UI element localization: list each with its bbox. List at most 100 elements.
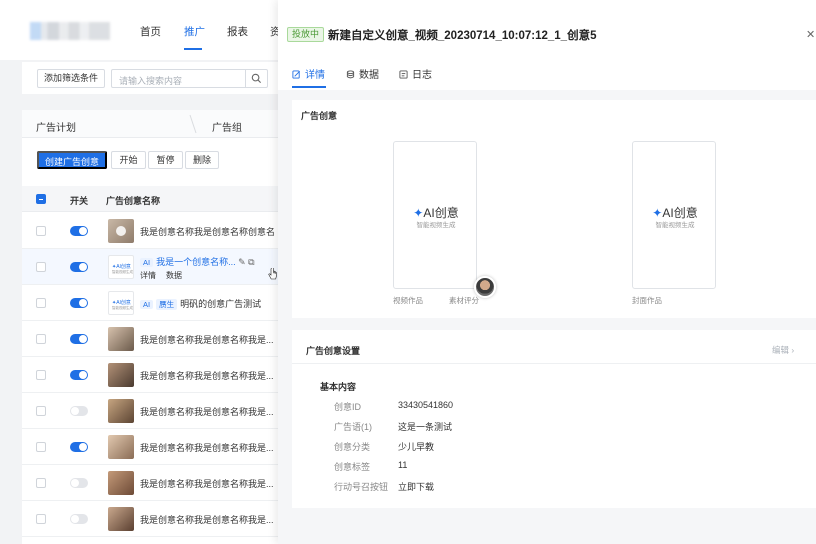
drawer-header: 投放中 新建自定义创意_视频_20230714_10:07:12_1_创意5 ✕… (278, 0, 816, 90)
status-toggle[interactable] (70, 514, 88, 524)
cover-caption: 封面作品 (632, 296, 662, 305)
start-button[interactable]: 开始 (111, 151, 146, 169)
creative-thumbnail-ai: ✦AI创意 智能视频生成 (108, 291, 134, 315)
table-row[interactable]: ✦AI创意 智能视频生成 AI 我是一个创意名称... ✎ ⧉ 详情 数据 (22, 249, 278, 285)
creative-name-text: 我是创意名称我是创意名称我是... (140, 479, 274, 489)
search-icon[interactable] (251, 73, 262, 84)
creative-thumbnail (108, 507, 134, 531)
status-toggle[interactable] (70, 406, 88, 416)
field-value: 少儿早教 (398, 442, 435, 452)
creative-name-text: 我是创意名称我是创意名称我是... (140, 407, 274, 417)
search-input[interactable]: 请输入搜索内容 (111, 69, 268, 88)
row-checkbox[interactable] (36, 514, 46, 524)
edit-link[interactable]: 编辑 › (772, 344, 794, 356)
creative-thumbnail (108, 219, 134, 243)
creative-name-text: 我是创意名称我是创意名称我是... (140, 371, 274, 381)
table-row[interactable]: 我是创意名称我是创意名称我是... (22, 429, 278, 465)
creative-name[interactable]: 我是创意名称我是创意名称我是... (140, 513, 276, 526)
table-row[interactable]: 我是创意名称我是创意名称我是... (22, 465, 278, 501)
data-link[interactable]: 数据 (166, 271, 182, 280)
video-preview[interactable]: ✦AI创意 智能视频生成 (393, 141, 477, 289)
select-all-checkbox[interactable] (36, 194, 46, 204)
tab-adgroup[interactable]: 广告组 (212, 119, 242, 134)
creative-name[interactable]: AI 赝生 明矾的创意广告测试 (140, 297, 276, 310)
avatar[interactable] (474, 276, 496, 298)
tab-log[interactable]: 日志 (399, 66, 432, 81)
tab-data[interactable]: 数据 (346, 66, 379, 81)
field-value: 这是一条测试 (398, 422, 453, 432)
edit-copy-icon[interactable]: ✎ ⧉ (236, 257, 254, 267)
pause-button[interactable]: 暂停 (148, 151, 183, 169)
status-toggle[interactable] (70, 370, 88, 380)
row-checkbox[interactable] (36, 334, 46, 344)
row-checkbox[interactable] (36, 442, 46, 452)
creative-tag: 赝生 (156, 299, 178, 310)
thumb-ai-sub: 智能视频生成 (112, 306, 133, 310)
database-icon (346, 70, 355, 79)
field-label: 创意分类 (334, 442, 371, 452)
table-row[interactable]: 我是创意名称我是创意名称创意名 (22, 213, 278, 249)
creative-name[interactable]: 我是创意名称我是创意名称我是... (140, 333, 276, 346)
creative-name[interactable]: AI 我是一个创意名称... ✎ ⧉ (140, 255, 276, 268)
creative-name[interactable]: 我是创意名称我是创意名称我是... (140, 405, 276, 418)
creative-thumbnail (108, 435, 134, 459)
status-toggle[interactable] (70, 334, 88, 344)
table-row[interactable]: 我是创意名称我是创意名称我是... (22, 321, 278, 357)
tab-log-label: 日志 (412, 70, 432, 81)
creative-thumbnail (108, 327, 134, 351)
status-badge: 投放中 (287, 27, 325, 42)
thumb-ai-title: ✦AI创意 (112, 300, 131, 306)
status-toggle[interactable] (70, 226, 88, 236)
creative-section-title: 广告创意 (301, 111, 338, 121)
table-header: 开关 广告创意名称 (22, 186, 278, 212)
tab-separator-icon (189, 114, 197, 134)
settings-header: 广告创意设置 编辑 › (292, 330, 816, 364)
field-value: 33430541860 (398, 400, 454, 410)
tab-details[interactable]: 详情 (292, 66, 325, 81)
creative-name-text: 我是创意名称我是创意名称我是... (140, 515, 274, 525)
drawer-title: 新建自定义创意_视频_20230714_10:07:12_1_创意5 (328, 30, 597, 42)
table-row[interactable]: 我是创意名称我是创意名称我是... (22, 393, 278, 429)
detail-link[interactable]: 详情 (140, 271, 156, 280)
play-icon (116, 226, 126, 236)
ai-creative-sub: 智能视频生成 (416, 222, 456, 229)
add-filter-button[interactable]: 添加筛选条件 (37, 69, 105, 88)
creative-thumbnail (108, 471, 134, 495)
table-row[interactable]: 我是创意名称我是创意名称我是... (22, 501, 278, 537)
nav-active-indicator (184, 48, 202, 50)
row-checkbox[interactable] (36, 478, 46, 488)
creative-thumbnail (108, 399, 134, 423)
creative-name[interactable]: 我是创意名称我是创意名称我是... (140, 369, 276, 382)
status-toggle[interactable] (70, 298, 88, 308)
row-actions: 详情 数据 (140, 270, 192, 281)
nav-home[interactable]: 首页 (140, 24, 161, 39)
creative-section: 广告创意 ✦AI创意 智能视频生成 视频作品 素材评分 ✦AI创意 智能视频生成… (292, 100, 816, 318)
tab-data-label: 数据 (359, 70, 379, 81)
close-icon[interactable]: ✕ (806, 28, 815, 41)
row-checkbox[interactable] (36, 226, 46, 236)
creative-name[interactable]: 我是创意名称我是创意名称我是... (140, 441, 276, 454)
delete-button[interactable]: 删除 (185, 151, 219, 169)
status-toggle[interactable] (70, 262, 88, 272)
status-toggle[interactable] (70, 442, 88, 452)
nav-reports[interactable]: 报表 (227, 24, 248, 39)
status-toggle[interactable] (70, 478, 88, 488)
search-divider (245, 70, 246, 87)
table-row[interactable]: 我是创意名称我是创意名称我是... (22, 357, 278, 393)
tab-campaign[interactable]: 广告计划 (36, 119, 76, 134)
cover-preview[interactable]: ✦AI创意 智能视频生成 (632, 141, 716, 289)
creative-name[interactable]: 我是创意名称我是创意名称创意名 (140, 225, 276, 238)
top-navbar: 首页 推广 报表 资 (0, 0, 281, 60)
row-checkbox[interactable] (36, 262, 46, 272)
creative-name[interactable]: 我是创意名称我是创意名称我是... (140, 477, 276, 490)
creative-name-text: 我是创意名称我是创意名称我是... (140, 335, 274, 345)
row-checkbox[interactable] (36, 298, 46, 308)
row-checkbox[interactable] (36, 406, 46, 416)
create-creative-button[interactable]: 创建广告创意 (37, 151, 107, 169)
row-checkbox[interactable] (36, 370, 46, 380)
creative-tag: AI (140, 300, 154, 309)
creative-name-text: 我是一个创意名称... (156, 257, 236, 267)
thumb-ai-title: ✦AI创意 (112, 264, 131, 270)
table-row[interactable]: ✦AI创意 智能视频生成 AI 赝生 明矾的创意广告测试 (22, 285, 278, 321)
nav-promotion[interactable]: 推广 (184, 24, 205, 39)
